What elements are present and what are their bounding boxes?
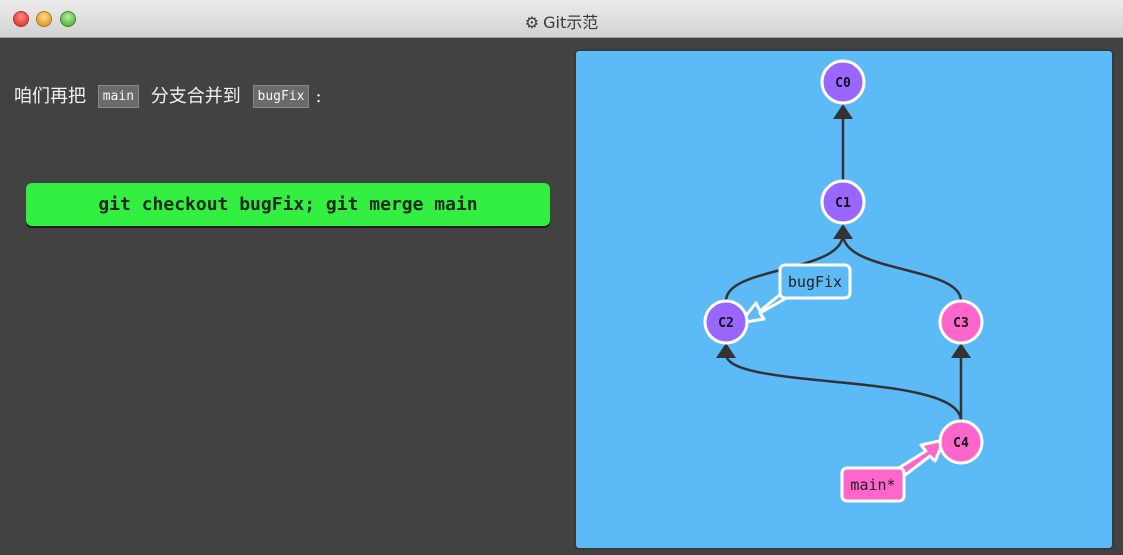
- arrowhead-c3: [951, 343, 971, 358]
- bugfix-label: bugFix: [788, 273, 842, 291]
- instruction-middle: 分支合并到: [150, 86, 241, 107]
- git-graph-canvas: bugFix main* C0 C1 C2 C3 C4: [576, 51, 1112, 548]
- instruction-prefix: 咱们再把: [14, 86, 86, 107]
- commit-c0-label: C0: [835, 76, 851, 91]
- commit-c3[interactable]: C3: [938, 299, 984, 345]
- bugfix-pointer[interactable]: bugFix: [738, 263, 852, 325]
- arrowhead-c1: [833, 224, 853, 239]
- window-title-text: Git示范: [543, 13, 599, 32]
- commit-c2-label: C2: [718, 316, 734, 331]
- instruction-text: 咱们再把 main 分支合并到 bugFix:: [14, 82, 322, 108]
- commit-c0[interactable]: C0: [820, 59, 866, 105]
- command-button[interactable]: git checkout bugFix; git merge main: [26, 183, 550, 226]
- git-graph-svg: bugFix main* C0 C1 C2 C3 C4: [703, 59, 984, 503]
- arrowhead-c0: [833, 104, 853, 119]
- gear-icon: ⚙: [524, 13, 540, 32]
- branch-code-bugfix: bugFix: [252, 85, 310, 108]
- main-label: main*: [850, 476, 895, 494]
- edge-c3-c1: [841, 233, 963, 302]
- commit-c1-label: C1: [835, 196, 851, 211]
- commit-c4-label: C4: [953, 436, 969, 451]
- commit-c1[interactable]: C1: [820, 179, 866, 225]
- edge-c4-c2: [724, 353, 963, 422]
- title-bar: ⚙ Git示范: [0, 0, 1123, 38]
- arrowhead-c2: [716, 343, 736, 358]
- commit-c3-label: C3: [953, 316, 969, 331]
- window-title: ⚙ Git示范: [0, 9, 1123, 33]
- instruction-suffix: :: [315, 86, 322, 107]
- commit-c4[interactable]: C4: [938, 419, 984, 465]
- branch-code-main: main: [97, 85, 140, 108]
- commit-c2[interactable]: C2: [703, 299, 749, 345]
- main-pointer[interactable]: main*: [840, 438, 946, 503]
